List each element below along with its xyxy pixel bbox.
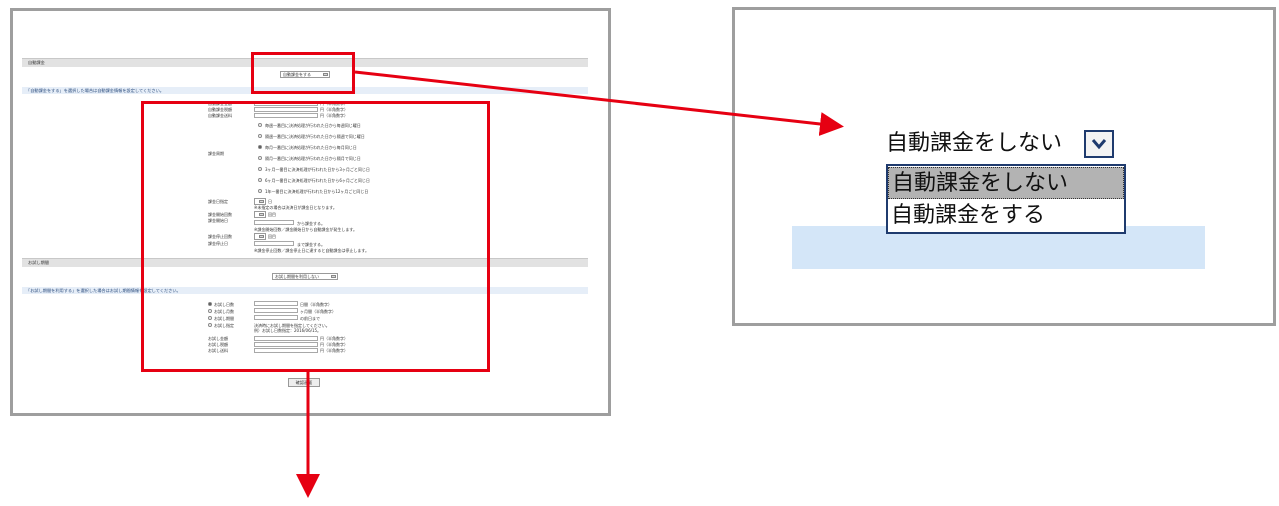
annotation-arrows <box>296 70 844 498</box>
arrow-to-zoom <box>354 70 844 136</box>
